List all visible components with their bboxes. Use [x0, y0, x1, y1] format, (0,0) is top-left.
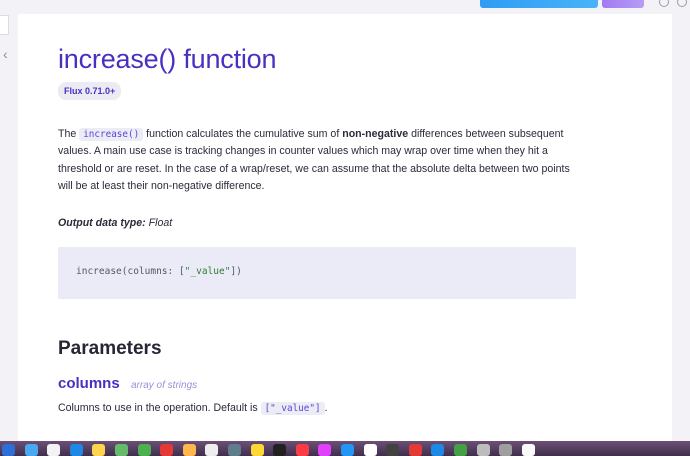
article-content: increase() function Flux 0.71.0+ The inc… — [18, 14, 672, 444]
output-type-label: Output data type: — [58, 217, 146, 229]
dock-app-icon[interactable] — [454, 444, 467, 456]
dock-app-icon[interactable] — [137, 444, 151, 456]
dock-app-icon[interactable] — [47, 444, 61, 456]
sidebar-tab[interactable] — [0, 15, 9, 35]
description-bold: non-negative — [342, 128, 409, 140]
description-text: The — [58, 128, 80, 140]
dock-app-icon[interactable] — [250, 444, 264, 456]
parameter-type: array of strings — [131, 380, 198, 391]
dock-app-icon[interactable] — [160, 444, 174, 456]
secondary-action-button[interactable] — [602, 0, 644, 8]
parameter-description-suffix: . — [324, 402, 328, 414]
dock-app-icon[interactable] — [431, 444, 445, 456]
dock-app-icon[interactable] — [318, 444, 332, 456]
dock-app-icon[interactable] — [363, 444, 377, 456]
dock-app-icon[interactable] — [92, 444, 106, 456]
dock-app-icon[interactable] — [273, 444, 287, 456]
dock-app-icon[interactable] — [24, 444, 38, 456]
dock-app-icon[interactable] — [69, 444, 83, 456]
output-type-value: Float — [148, 217, 173, 229]
dock-app-icon[interactable] — [182, 444, 196, 456]
search-icon[interactable] — [677, 0, 687, 7]
parameter-description-text: Columns to use in the operation. Default… — [58, 402, 261, 414]
dock-app-icon[interactable] — [115, 444, 128, 456]
code-prefix: increase(columns: [ — [76, 266, 185, 277]
dock-app-icon[interactable] — [476, 444, 490, 456]
default-value-code: ["_value"] — [260, 402, 325, 415]
version-badge: Flux 0.71.0+ — [58, 82, 122, 100]
parameter-description: Columns to use in the operation. Default… — [58, 402, 328, 415]
code-example: increase(columns: ["_value"]) — [58, 247, 576, 299]
output-data-type: Output data type: Float — [58, 217, 172, 229]
top-navigation-bar — [0, 0, 690, 14]
chevron-left-icon[interactable]: ‹ — [3, 46, 8, 62]
code-string: "_value" — [184, 266, 231, 277]
dock-app-icon[interactable] — [408, 444, 422, 456]
dock-app-icon[interactable] — [341, 444, 354, 456]
dock-app-icon[interactable] — [499, 444, 513, 456]
browser-page: ‹ increase() function Flux 0.71.0+ The i… — [0, 0, 690, 456]
dock-app-icon[interactable] — [295, 444, 309, 456]
dock-app-icon[interactable] — [2, 444, 15, 456]
parameter-name[interactable]: columns — [58, 375, 120, 392]
code-line: increase(columns: ["_value"]) — [76, 266, 242, 277]
inline-code-function: increase() — [79, 128, 144, 141]
dock-app-icon[interactable] — [205, 444, 219, 456]
parameters-heading: Parameters — [58, 338, 162, 359]
primary-action-button[interactable] — [480, 0, 598, 8]
code-suffix: ]) — [230, 266, 242, 277]
function-description: The increase() function calculates the c… — [58, 126, 583, 195]
dock-app-icon[interactable] — [521, 444, 535, 456]
dock-app-icon[interactable] — [228, 444, 241, 456]
dock-app-icon[interactable] — [386, 444, 400, 456]
page-title: increase() function — [58, 44, 277, 74]
settings-icon[interactable] — [659, 0, 669, 7]
macos-dock — [0, 441, 690, 456]
description-text: function calculates the cumulative sum o… — [143, 128, 343, 140]
